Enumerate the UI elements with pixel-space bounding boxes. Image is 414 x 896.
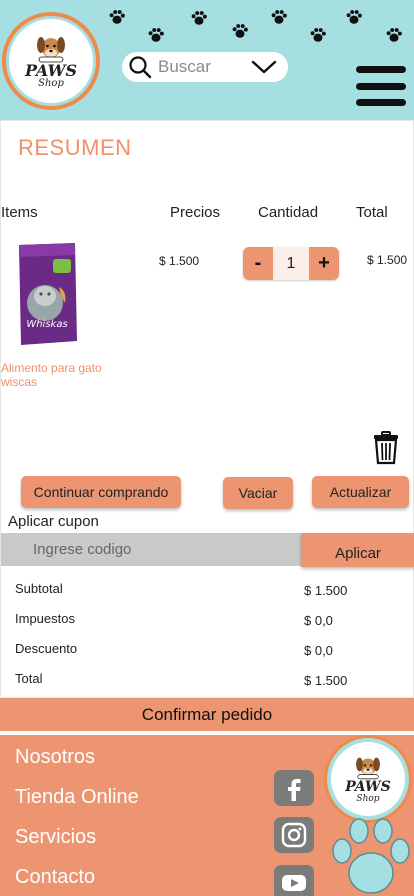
paw-print-icon [148, 28, 164, 42]
paw-print-icon [346, 10, 362, 24]
column-header-total: Total [356, 204, 388, 221]
logo-title: PAWS [345, 779, 391, 795]
logo-subtitle: Shop [356, 794, 380, 804]
dog-icon [356, 757, 380, 780]
paw-print-icon [109, 10, 125, 24]
search-bar[interactable]: Buscar [122, 52, 288, 82]
menu-bar [356, 82, 406, 90]
chevron-down-icon[interactable] [250, 58, 278, 76]
product-brand-label: Whiskas [26, 319, 67, 330]
quantity-stepper[interactable]: - 1 + [243, 247, 339, 280]
update-cart-button[interactable]: Actualizar [312, 476, 409, 508]
youtube-icon[interactable] [274, 865, 314, 896]
tax-value: $ 0,0 [304, 613, 333, 628]
subtotal-label: Subtotal [15, 581, 63, 596]
cart-summary: RESUMEN Items Precios Cantidad Total Whi… [0, 120, 414, 698]
logo-subtitle: Shop [38, 78, 64, 89]
total-value: $ 1.500 [304, 673, 348, 688]
item-total: $ 1.500 [367, 253, 408, 267]
paws-shop-logo[interactable]: PAWS Shop [2, 12, 100, 110]
facebook-icon[interactable] [274, 770, 314, 806]
trash-icon[interactable] [373, 431, 399, 465]
subtotal-value: $ 1.500 [304, 583, 348, 598]
logo-badge: PAWS Shop [9, 19, 93, 103]
paw-print-icon [271, 10, 287, 24]
search-input[interactable]: Buscar [158, 57, 250, 77]
empty-cart-button[interactable]: Vaciar [223, 477, 293, 509]
paw-print-icon [310, 28, 326, 42]
column-header-items: Items [1, 204, 38, 221]
paw-print-icon [332, 818, 410, 894]
instagram-icon[interactable] [274, 817, 314, 853]
footer-link-nosotros[interactable]: Nosotros [15, 746, 95, 769]
paw-print-icon [386, 28, 402, 42]
footer-logo[interactable]: PAWS Shop [324, 735, 412, 823]
page-title: RESUMEN [18, 135, 132, 160]
search-icon[interactable] [128, 55, 152, 79]
paw-print-icon [191, 11, 207, 25]
increase-quantity-button[interactable]: + [309, 247, 339, 280]
item-price: $ 1.500 [159, 254, 200, 268]
instagram-glyph [281, 822, 307, 848]
footer-link-tienda-online[interactable]: Tienda Online [15, 786, 139, 809]
product-image[interactable]: Whiskas [15, 241, 79, 347]
facebook-glyph [288, 779, 301, 801]
decrease-quantity-button[interactable]: - [243, 247, 273, 280]
site-header: PAWS Shop Buscar [0, 0, 414, 120]
footer-link-servicios[interactable]: Servicios [15, 826, 96, 849]
logo-title: PAWS [24, 61, 77, 80]
quantity-value[interactable]: 1 [273, 247, 309, 280]
discount-value: $ 0,0 [304, 643, 333, 658]
product-name[interactable]: Alimento para gato wiscas [1, 361, 121, 389]
column-header-quantity: Cantidad [258, 204, 319, 221]
tax-label: Impuestos [15, 611, 75, 626]
site-footer: Nosotros Tienda Online Servicios Contact… [0, 735, 414, 896]
apply-coupon-button[interactable]: Aplicar [301, 533, 414, 567]
continue-shopping-button[interactable]: Continuar comprando [21, 476, 181, 508]
discount-label: Descuento [15, 641, 78, 656]
youtube-glyph [282, 875, 306, 891]
confirm-order-button[interactable]: Confirmar pedido [0, 698, 414, 731]
coupon-input[interactable]: Ingrese codigo [1, 533, 301, 566]
hamburger-menu-icon[interactable] [356, 66, 406, 106]
logo-badge: PAWS Shop [331, 742, 405, 816]
total-label: Total [15, 671, 43, 686]
footer-link-contacto[interactable]: Contacto [15, 866, 95, 889]
coupon-label: Aplicar cupon [8, 513, 99, 530]
paw-print-icon [232, 24, 248, 38]
column-header-prices: Precios [170, 204, 221, 221]
menu-bar [356, 66, 406, 73]
dog-icon [37, 37, 65, 63]
menu-bar [356, 99, 406, 106]
